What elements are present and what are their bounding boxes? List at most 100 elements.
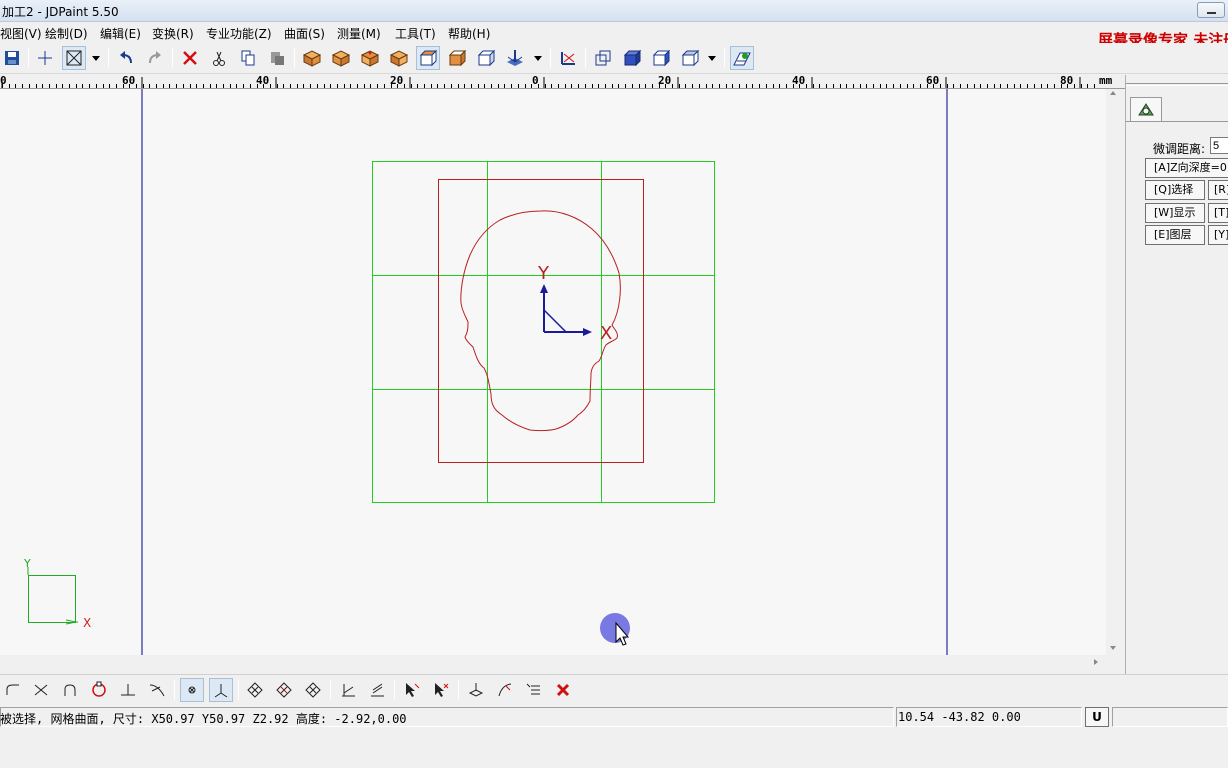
layer-display-icon[interactable] [730,46,754,70]
menu-surface[interactable]: 曲面(S) [284,25,325,42]
cursor-coordinates: 10.54 -43.82 0.00 [898,710,1021,724]
list-select-icon[interactable] [522,678,546,702]
select-filter-icon[interactable] [464,678,488,702]
axis-icon[interactable] [556,46,580,70]
horizontal-ruler: 0 60 40 20 0 20 40 60 80 mm [0,75,1125,89]
fine-tune-label: 微调距离: [1153,142,1206,156]
ruler-label: 40 [256,74,270,87]
select-button[interactable]: [Q]选择 [1145,180,1205,200]
status-bar: 被选择, 网格曲面, 尺寸: X50.97 Y50.97 Z2.92 高度: -… [0,705,1228,768]
mode-button[interactable]: U [1085,707,1109,727]
grid-point-icon[interactable] [180,678,204,702]
ruler-label: 40 [792,74,806,87]
perpendicular-icon[interactable] [116,678,140,702]
menu-tools[interactable]: 工具(T) [395,25,436,42]
delete-icon[interactable] [178,46,202,70]
title-bar: 加工2 - JDPaint 5.50 [0,0,1228,22]
status-message: 被选择, 网格曲面, 尺寸: X50.97 Y50.97 Z2.92 高度: -… [0,712,407,726]
minimize-icon [1207,12,1216,14]
pick-point-icon[interactable] [400,678,424,702]
vertex-snap-icon[interactable] [243,678,267,702]
wireframe-icon[interactable] [591,46,615,70]
circle-quadrant-icon[interactable] [87,678,111,702]
fine-tune-input[interactable] [1210,137,1228,154]
view-left-icon[interactable] [358,46,382,70]
view-back-icon[interactable] [329,46,353,70]
menu-bar: 视图(V) 绘制(D) 编辑(E) 变换(R) 专业功能(Z) 曲面(S) 测量… [0,22,1228,42]
copy-icon[interactable] [236,46,260,70]
menu-edit[interactable]: 编辑(E) [100,25,141,42]
cursor-highlight [600,613,630,643]
ruler-label: 20 [390,74,404,87]
t-button[interactable]: [T] [1208,203,1228,223]
ruler-label: 0 [0,74,7,87]
menu-view[interactable]: 视图(V) [0,25,42,42]
angle-snap-icon[interactable] [209,678,233,702]
boundary-rectangle [438,179,644,463]
window-title: 加工2 - JDPaint 5.50 [2,5,119,19]
menu-professional[interactable]: 专业功能(Z) [206,25,272,42]
solid-icon[interactable] [620,46,644,70]
ruler-label: 60 [926,74,940,87]
save-icon[interactable] [0,46,24,70]
minimize-button[interactable] [1197,2,1225,18]
pick-cancel-icon[interactable] [429,678,453,702]
dropdown-icon[interactable] [88,46,104,70]
ucs-axis [540,284,592,336]
panel-tab[interactable] [1130,97,1162,121]
intersect-icon[interactable] [29,678,53,702]
tangent-icon[interactable] [58,678,82,702]
view-right-icon[interactable] [387,46,411,70]
close-icon[interactable] [551,678,575,702]
vertical-scrollbar[interactable] [1106,89,1120,655]
horizontal-scrollbar[interactable] [0,655,1106,669]
axis-y-label: Y [537,263,550,284]
display-button[interactable]: [W]显示 [1145,203,1205,223]
tool-path-icon [1138,103,1154,116]
r-button[interactable]: [R] [1208,180,1228,200]
nearest-icon[interactable] [145,678,169,702]
menu-transform[interactable]: 变换(R) [152,25,194,42]
right-panel: 微调距离: [A]Z向深度=0 [Q]选择 [R] [W]显示 [T] [E]图… [1125,75,1228,675]
axis-x-label: X [600,323,612,344]
ruler-label: 80 [1060,74,1074,87]
snap-toolbar [0,674,1228,703]
ruler-label: 20 [658,74,672,87]
midpoint-snap-icon[interactable] [272,678,296,702]
shaded-icon[interactable] [649,46,673,70]
crosshair-icon[interactable] [33,46,57,70]
multi-plane-icon[interactable] [365,678,389,702]
view-iso-icon[interactable] [474,46,498,70]
canvas-svg: Y X Y X [23,89,948,655]
view-axo-icon[interactable] [503,46,527,70]
undo-icon[interactable] [114,46,138,70]
view-bottom-icon[interactable] [445,46,469,70]
view-front-icon[interactable] [300,46,324,70]
ruler-label: 0 [532,74,539,87]
ruler-ticks [1,77,1095,88]
fillet-icon[interactable] [0,678,24,702]
frame-select-icon[interactable] [62,46,86,70]
menu-help[interactable]: 帮助(H) [448,25,490,42]
status-extra-box [1112,707,1228,727]
y-button[interactable]: [Y] [1208,225,1228,245]
ruler-unit: mm [1099,74,1113,87]
corner-x-label: X [83,616,91,630]
layer-button[interactable]: [E]图层 [1145,225,1205,245]
center-snap-icon[interactable] [301,678,325,702]
menu-measure[interactable]: 测量(M) [337,25,381,42]
head-contour [460,210,621,432]
menu-draw[interactable]: 绘制(D) [45,25,88,42]
redo-icon[interactable] [143,46,167,70]
curve-select-icon[interactable] [493,678,517,702]
plane-icon[interactable] [336,678,360,702]
view-top-icon[interactable] [416,46,440,70]
dropdown-icon[interactable] [530,46,546,70]
z-depth-button[interactable]: [A]Z向深度=0 [1145,158,1228,178]
cut-icon[interactable] [207,46,231,70]
box-icon[interactable] [678,46,702,70]
paste-icon[interactable] [265,46,289,70]
dropdown-icon[interactable] [704,46,720,70]
drawing-canvas[interactable]: Y X Y X [0,89,1106,655]
corner-y-label: Y [23,557,31,570]
